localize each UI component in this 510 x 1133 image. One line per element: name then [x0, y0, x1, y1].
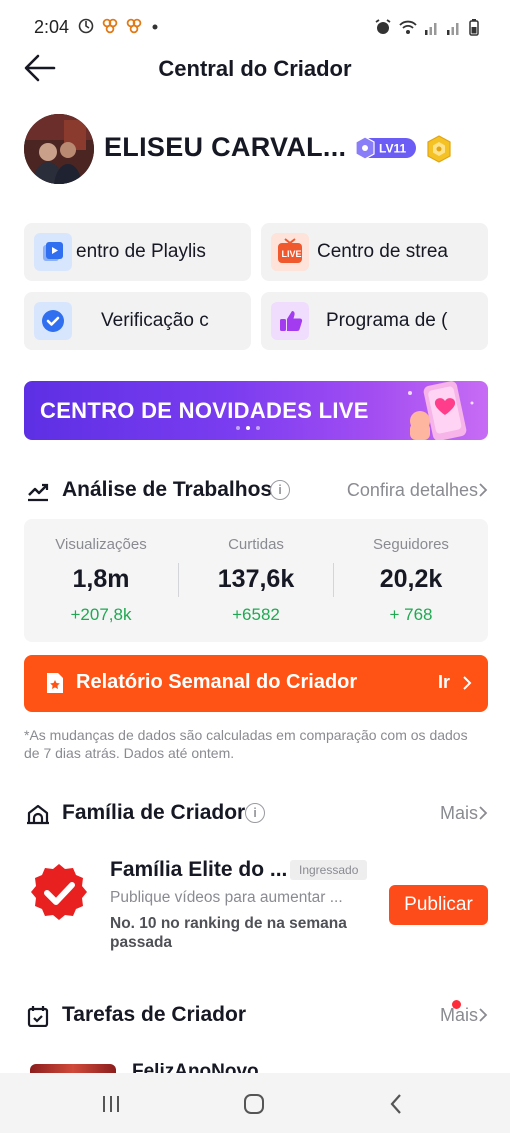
avatar[interactable]	[24, 114, 94, 184]
weekly-report-button[interactable]: Relatório Semanal do Criador Ir	[24, 655, 488, 712]
family-more-link[interactable]: Mais	[440, 803, 478, 824]
stat-followers: Seguidores 20,2k + 768	[334, 519, 488, 642]
alarm-icon	[375, 19, 391, 34]
tool-label-stream: Centro de strea	[317, 241, 448, 262]
chevron-right-icon	[463, 676, 472, 690]
stat-value: 137,6k	[217, 565, 295, 593]
analytics-details-link[interactable]: Confira detalhes	[347, 480, 478, 501]
family-title: Família de Criador	[62, 801, 246, 824]
pagination-dot	[236, 426, 240, 430]
chevron-right-icon	[479, 806, 488, 820]
stats-card[interactable]: Visualizações 1,8m +207,8k Curtidas 137,…	[24, 519, 488, 642]
stat-delta: +207,8k	[70, 605, 132, 624]
system-navigation-bar	[0, 1073, 510, 1133]
svg-text:LIVE: LIVE	[282, 249, 302, 259]
stat-label: Curtidas	[228, 536, 284, 553]
weekly-report-go: Ir	[437, 672, 450, 692]
family-item-subtitle: Publique vídeos para aumentar ...	[110, 889, 343, 906]
wifi-icon	[399, 20, 417, 34]
live-icon: LIVE	[271, 233, 309, 271]
tool-label-playlist: entro de Playlis	[76, 241, 206, 262]
pagination-dot	[256, 426, 260, 430]
info-icon[interactable]: i	[270, 480, 290, 500]
battery-icon	[469, 19, 479, 36]
house-icon	[27, 804, 49, 825]
playlist-icon	[34, 233, 72, 271]
hexagon-badge-icon[interactable]	[426, 135, 452, 163]
stat-value: 1,8m	[72, 565, 130, 593]
chevron-right-icon	[479, 1008, 488, 1022]
live-news-banner[interactable]: CENTRO DE NOVIDADES LIVE	[24, 381, 488, 440]
info-icon[interactable]: i	[245, 803, 265, 823]
analytics-header[interactable]: Análise de Trabalhos i Confira detalhes	[24, 476, 488, 506]
banner-pagination	[236, 426, 260, 430]
task-item[interactable]: FelizAnoNovo	[30, 1060, 470, 1074]
status-right-icons	[374, 18, 480, 36]
elite-family-badge-icon	[31, 864, 87, 920]
stat-value: 20,2k	[379, 565, 443, 593]
stat-delta: +6582	[232, 605, 280, 624]
data-saver-icon	[78, 18, 94, 34]
app-notification-icon	[102, 18, 118, 34]
level-badge-text: LV11	[379, 142, 406, 156]
chevron-right-icon	[479, 483, 488, 497]
app-notification-icon	[126, 18, 142, 34]
tasks-header[interactable]: Tarefas de Criador Mais	[24, 1001, 488, 1031]
stat-label: Seguidores	[373, 536, 449, 553]
calendar-check-icon	[27, 1006, 49, 1027]
family-item-title[interactable]: Família Elite do ...	[110, 858, 287, 882]
publish-button[interactable]: Publicar	[389, 885, 488, 925]
tasks-title: Tarefas de Criador	[62, 1003, 247, 1026]
tool-stream-center[interactable]: LIVE Centro de strea	[261, 223, 488, 281]
profile-name: ELISEU CARVAL...	[104, 132, 347, 162]
family-header[interactable]: Família de Criador i Mais	[24, 799, 488, 829]
analytics-title: Análise de Trabalhos	[62, 478, 273, 501]
recents-icon[interactable]	[98, 1091, 124, 1117]
stat-delta: + 768	[389, 605, 433, 624]
stat-views: Visualizações 1,8m +207,8k	[24, 519, 178, 642]
back-chevron-icon[interactable]	[384, 1091, 410, 1117]
joined-tag: Ingressado	[290, 860, 368, 880]
thumbs-up-icon	[271, 302, 309, 340]
trend-chart-icon	[28, 483, 49, 502]
stat-label: Visualizações	[55, 536, 147, 553]
tool-label-verification: Verificação c	[101, 310, 209, 331]
status-left-icons	[78, 18, 160, 34]
level-badge: LV11	[355, 136, 416, 160]
pagination-dot-active	[246, 426, 250, 430]
banner-title: CENTRO DE NOVIDADES LIVE	[40, 398, 369, 423]
dot-icon	[152, 24, 158, 30]
signal-icon	[447, 23, 459, 35]
phone-heart-illustration	[408, 381, 474, 440]
tool-verification[interactable]: Verificação c	[24, 292, 251, 350]
status-time: 2:04	[34, 17, 70, 37]
notification-dot	[452, 1000, 461, 1009]
home-icon[interactable]	[241, 1091, 267, 1117]
tool-playlist-center[interactable]: entro de Playlis	[24, 223, 251, 281]
stat-likes: Curtidas 137,6k +6582	[179, 519, 333, 642]
tool-label-program: Programa de (	[326, 310, 448, 331]
tool-program[interactable]: Programa de (	[261, 292, 488, 350]
family-item-rank: No. 10 no ranking de na semana passada	[110, 915, 347, 951]
verified-icon	[34, 302, 72, 340]
profile-header[interactable]: ELISEU CARVAL... LV11	[24, 114, 494, 186]
report-star-icon	[47, 673, 63, 693]
page-title: Central do Criador	[158, 56, 352, 81]
signal-icon	[425, 23, 437, 35]
weekly-report-label: Relatório Semanal do Criador	[76, 671, 358, 693]
data-note: *As mudanças de dados são calculadas em …	[24, 727, 468, 761]
top-navbar: Central do Criador	[0, 44, 510, 92]
